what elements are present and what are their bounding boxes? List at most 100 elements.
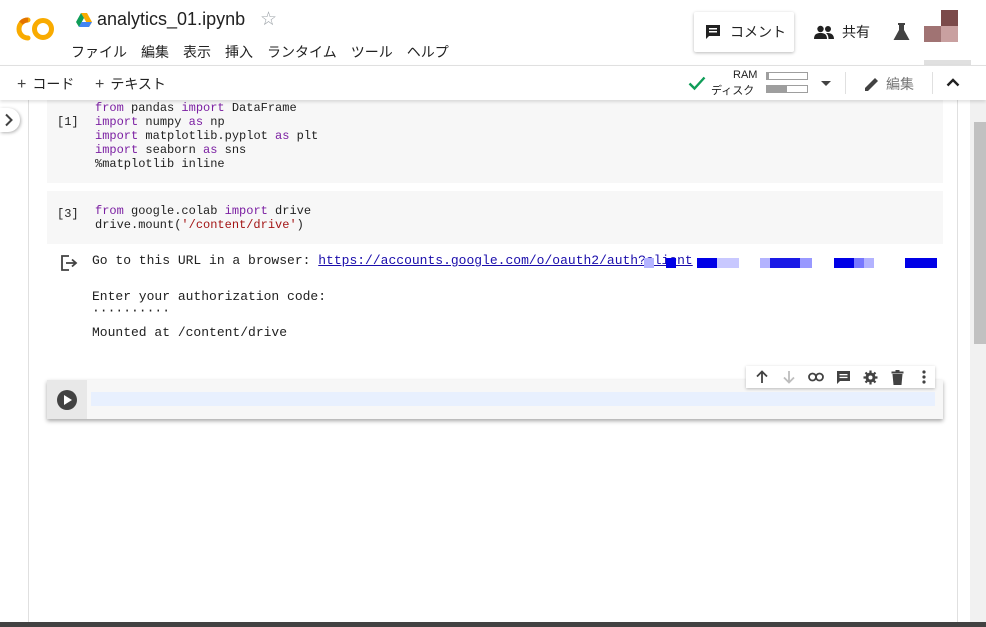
- output-url-prefix: Go to this URL in a browser:: [92, 253, 319, 268]
- google-drive-icon[interactable]: [76, 12, 92, 28]
- run-gutter: [47, 380, 87, 419]
- sidebar-toggle[interactable]: [0, 108, 20, 132]
- comment-label: コメント: [730, 24, 786, 40]
- code-token: google.colab: [123, 204, 225, 218]
- code-cell[interactable]: [3] from google.colab import drive drive…: [47, 191, 943, 244]
- delete-cell-button[interactable]: [886, 368, 908, 386]
- menu-edit[interactable]: 編集: [141, 42, 183, 62]
- code-line: from pandas import DataFrame: [95, 101, 297, 115]
- left-gutter: [28, 100, 29, 622]
- add-text-button[interactable]: + テキスト: [95, 74, 166, 94]
- scrollbar-thumb[interactable]: [974, 122, 986, 344]
- arrow-up-icon: [756, 370, 768, 383]
- cell-comment-button[interactable]: [832, 368, 854, 386]
- code-token: as: [203, 143, 218, 157]
- code-line: import numpy as np: [95, 115, 225, 129]
- code-token: as: [275, 129, 290, 143]
- move-cell-down-button[interactable]: [778, 368, 800, 386]
- menu-runtime[interactable]: ランタイム: [267, 42, 351, 62]
- disk-label: ディスク: [711, 85, 755, 97]
- code-token: import: [224, 204, 268, 218]
- more-vert-icon: [922, 370, 926, 384]
- chevron-right-icon: [5, 113, 13, 127]
- edit-button[interactable]: 編集: [864, 74, 914, 94]
- cell-settings-button[interactable]: [859, 368, 881, 386]
- clear-output-icon[interactable]: [60, 255, 78, 271]
- menu-help[interactable]: ヘルプ: [407, 42, 463, 62]
- ram-usage-bar[interactable]: [766, 72, 808, 80]
- run-cell-button[interactable]: [57, 390, 77, 410]
- disk-usage-bar[interactable]: [766, 85, 808, 93]
- code-token: %matplotlib inline: [95, 157, 225, 171]
- gear-icon: [863, 370, 877, 384]
- output-url-line: Go to this URL in a browser: https://acc…: [92, 253, 693, 268]
- execution-count: [1]: [57, 115, 79, 129]
- colab-logo[interactable]: [13, 14, 57, 44]
- link-icon: [808, 372, 824, 382]
- star-icon[interactable]: ☆: [260, 9, 277, 31]
- resources-dropdown-icon[interactable]: [821, 81, 831, 86]
- share-label: 共有: [842, 24, 870, 40]
- menu-tools[interactable]: ツール: [351, 42, 407, 62]
- toolbar-divider: [845, 72, 846, 94]
- plus-icon: +: [17, 76, 27, 93]
- comment-icon: [836, 370, 850, 384]
- code-token: from: [95, 101, 124, 115]
- code-token: np: [203, 115, 225, 129]
- plus-icon: +: [95, 76, 105, 93]
- code-token: plt: [289, 129, 319, 143]
- play-icon: [64, 395, 72, 405]
- code-token: pandas: [123, 101, 182, 115]
- comment-icon: [706, 25, 720, 39]
- code-token: ): [296, 218, 304, 232]
- code-token: sns: [217, 143, 247, 157]
- avatar[interactable]: [924, 10, 958, 42]
- more-options-button[interactable]: [913, 368, 935, 386]
- code-token: drive.mount(: [95, 218, 182, 232]
- check-icon: [688, 76, 706, 91]
- rendering-glitch: [644, 258, 937, 268]
- chevron-up-icon[interactable]: [946, 77, 960, 87]
- code-token: matplotlib.pyplot: [138, 129, 276, 143]
- code-cell[interactable]: [1] from pandas import DataFrame import …: [47, 100, 943, 183]
- code-token: '/content/drive': [181, 218, 297, 232]
- auth-code-mask: ··········: [92, 303, 171, 318]
- flask-icon[interactable]: [893, 23, 910, 41]
- notebook-title[interactable]: analytics_01.ipynb: [97, 9, 245, 30]
- cell-output: Go to this URL in a browser: https://acc…: [47, 244, 943, 344]
- mounted-message: Mounted at /content/drive: [92, 325, 288, 340]
- trash-icon: [891, 369, 903, 385]
- app-header: analytics_01.ipynb ☆ ファイル 編集 表示 挿入 ランタイム…: [0, 0, 986, 66]
- link-cell-button[interactable]: [805, 368, 827, 386]
- code-line: import seaborn as sns: [95, 143, 246, 157]
- code-token: drive: [267, 204, 312, 218]
- code-token: seaborn: [138, 143, 204, 157]
- status-bar: [0, 622, 986, 627]
- execution-count: [3]: [57, 207, 79, 221]
- code-line: drive.mount('/content/drive'): [95, 218, 304, 232]
- code-token: from: [95, 204, 124, 218]
- ram-label: RAM: [733, 69, 758, 81]
- menu-insert[interactable]: 挿入: [225, 42, 267, 62]
- people-icon: [814, 25, 834, 39]
- toolbar-divider: [932, 72, 933, 94]
- add-code-button[interactable]: + コード: [17, 74, 74, 94]
- code-token: as: [188, 115, 204, 129]
- add-text-label: テキスト: [110, 76, 166, 92]
- code-line: import matplotlib.pyplot as plt: [95, 129, 318, 143]
- share-button[interactable]: 共有: [814, 22, 870, 42]
- disk-usage-fill: [767, 86, 787, 92]
- auth-url-link[interactable]: https://accounts.google.com/o/oauth2/aut…: [318, 253, 692, 268]
- code-editor[interactable]: [91, 392, 935, 406]
- code-token: import: [95, 115, 139, 129]
- notebook-toolbar: + コード + テキスト RAM ディスク 編集: [0, 65, 986, 100]
- move-cell-up-button[interactable]: [751, 368, 773, 386]
- menu-file[interactable]: ファイル: [71, 42, 141, 62]
- code-token: import: [95, 143, 139, 157]
- code-line: from google.colab import drive: [95, 204, 311, 218]
- pencil-icon: [865, 78, 878, 91]
- menu-view[interactable]: 表示: [183, 42, 225, 62]
- comment-button[interactable]: コメント: [694, 12, 794, 52]
- edit-label: 編集: [886, 76, 914, 92]
- cell-toolbar: [746, 366, 935, 388]
